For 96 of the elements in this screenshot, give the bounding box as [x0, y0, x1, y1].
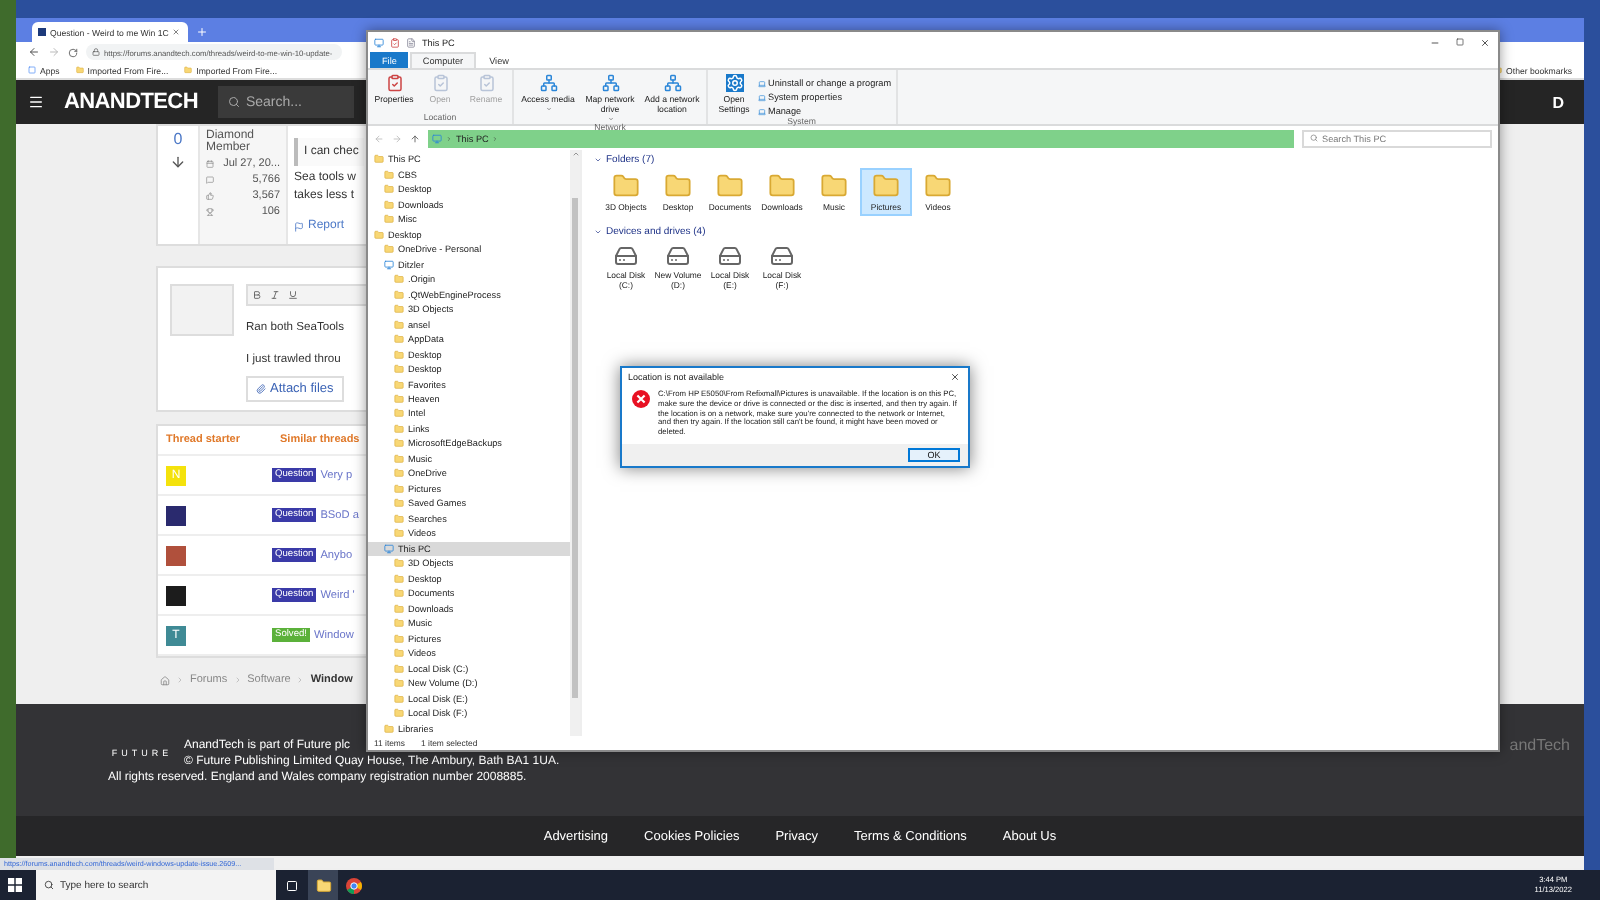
folder-icon [394, 334, 404, 345]
paperclip-icon [256, 384, 266, 394]
folder-icon [384, 244, 394, 255]
folder-icon [394, 453, 404, 464]
underline-icon[interactable] [288, 290, 298, 300]
folder-icon [374, 154, 384, 165]
lock-icon [92, 48, 100, 56]
folder-icon [394, 588, 404, 599]
folder-icon [394, 483, 404, 494]
folder-icon [384, 199, 394, 210]
folder-icon [394, 603, 404, 614]
drive-icon [666, 244, 690, 268]
folder-icon [394, 349, 404, 360]
clipboard-icon [431, 74, 449, 92]
folder-icon [384, 184, 394, 195]
folder-icon [374, 229, 384, 240]
clipboard-icon [385, 74, 403, 92]
home-icon[interactable] [160, 675, 170, 685]
maximize-icon[interactable] [1456, 37, 1464, 45]
computer-icon [374, 37, 384, 47]
reload-icon[interactable] [68, 47, 78, 57]
up-icon[interactable] [410, 133, 420, 143]
folder-icon [394, 618, 404, 629]
network-icon [539, 74, 557, 92]
folder-icon [394, 513, 404, 524]
menu-icon[interactable] [28, 94, 44, 110]
folder-icon [394, 663, 404, 674]
folder-icon [384, 169, 394, 180]
folder-icon [612, 172, 640, 200]
search-icon [227, 96, 240, 108]
folder-icon [394, 573, 404, 584]
search-icon [44, 880, 54, 890]
computer-icon [384, 543, 394, 554]
computer-icon [432, 133, 442, 143]
folder-icon [394, 468, 404, 479]
folder-icon [820, 172, 848, 200]
folder-icon [394, 393, 404, 404]
folder-icon [394, 693, 404, 704]
flag-icon [294, 221, 304, 231]
trophy-icon [206, 208, 214, 216]
folder-icon [394, 678, 404, 689]
folder-icon [394, 379, 404, 389]
downvote-icon[interactable] [170, 154, 186, 170]
drive-icon [770, 244, 794, 268]
minimize-icon[interactable] [1430, 37, 1440, 47]
calendar-icon [206, 160, 214, 168]
folder-icon [394, 304, 404, 315]
vote-count: 0 [173, 130, 183, 148]
laptop-icon [758, 93, 766, 101]
site-icon [38, 28, 46, 36]
speech-bubble-icon [206, 176, 214, 184]
folder-icon [184, 66, 193, 74]
clipboard-icon [477, 74, 495, 92]
footer-brand: andTech [1509, 736, 1570, 754]
network-icon [601, 74, 619, 92]
folder-icon [394, 648, 404, 659]
folder-icon [394, 408, 404, 419]
folder-icon [394, 274, 404, 285]
computer-icon [384, 259, 394, 270]
search-icon [1310, 134, 1318, 142]
folder-icon [394, 289, 404, 300]
error-icon [632, 390, 650, 408]
drive-icon [614, 244, 638, 268]
folder-icon [664, 172, 692, 200]
folder-icon [394, 423, 404, 434]
laptop-icon [758, 107, 766, 115]
folder-icon[interactable] [308, 870, 338, 900]
folder-icon [768, 172, 796, 200]
folder-icon [384, 723, 394, 734]
bold-icon[interactable] [252, 290, 262, 300]
avatar-image-placeholder [170, 284, 234, 336]
drive-icon [718, 244, 742, 268]
laptop-icon [758, 79, 766, 87]
folder-icon [394, 498, 404, 509]
folder-icon [924, 172, 952, 200]
scroll-thumb[interactable] [572, 198, 578, 698]
thumbs-up-icon [206, 192, 214, 200]
folder-icon [394, 708, 404, 719]
folder-icon [394, 319, 404, 330]
folder-icon [394, 633, 404, 644]
folder-icon [394, 528, 404, 539]
folder-icon [394, 364, 404, 375]
italic-icon[interactable] [270, 290, 280, 300]
folder-icon [872, 172, 900, 200]
task-view-icon[interactable] [286, 879, 298, 891]
folder-icon [716, 172, 744, 200]
network-icon [663, 74, 681, 92]
account-initial[interactable]: D [1552, 93, 1564, 111]
back-icon[interactable] [28, 46, 40, 58]
new-tab-icon[interactable] [196, 26, 208, 38]
folder-icon [394, 438, 404, 449]
site-logo[interactable]: ANANDTECH [64, 90, 198, 114]
folder-icon [384, 214, 394, 225]
folder-icon [75, 66, 84, 74]
folder-icon [394, 558, 404, 569]
settings-icon [725, 74, 743, 92]
